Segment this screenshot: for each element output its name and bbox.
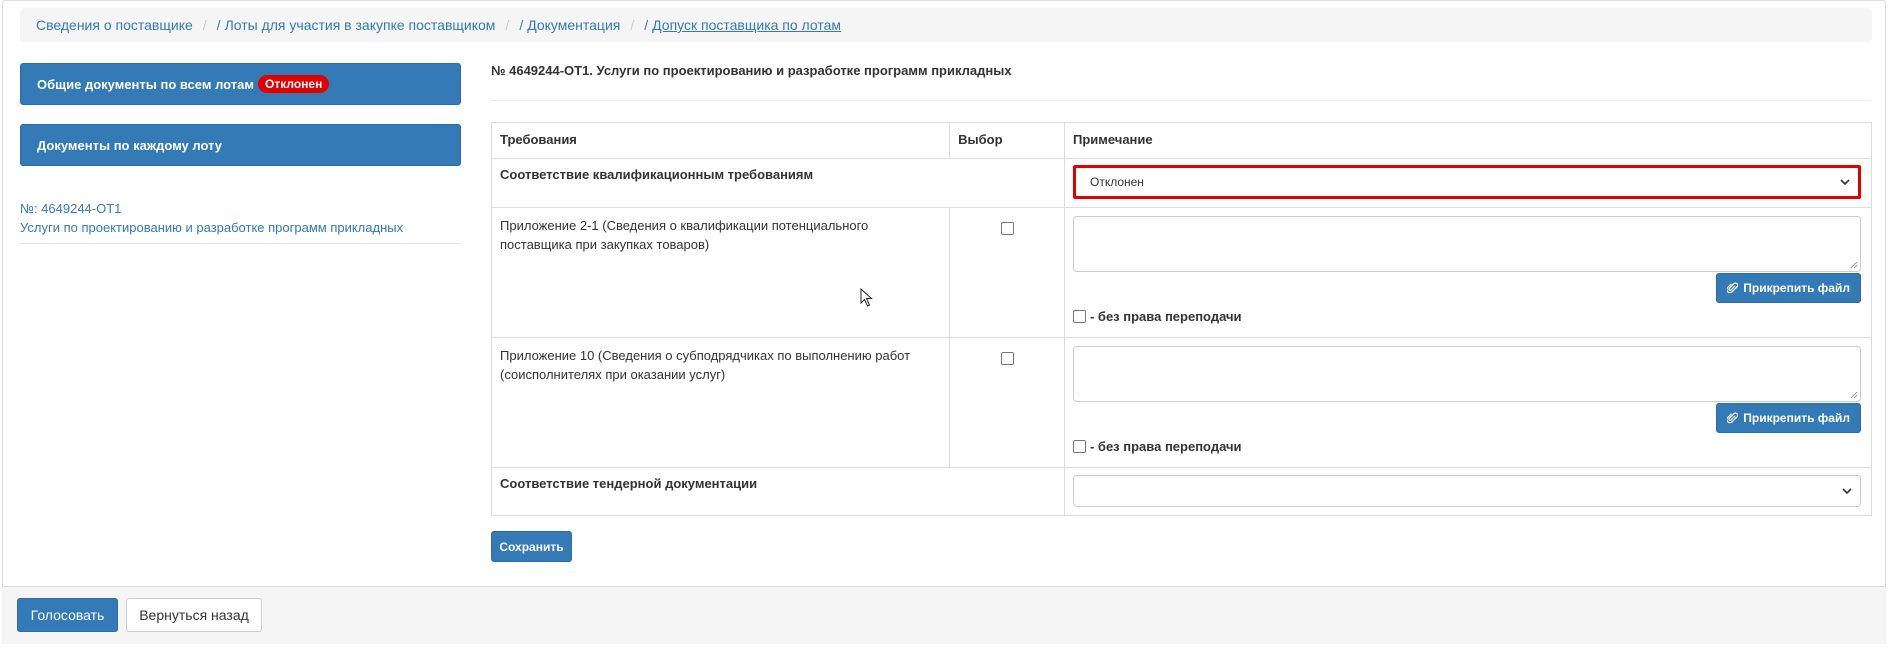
general-docs-button[interactable]: Общие документы по всем лотам Отклонен — [20, 63, 461, 105]
vote-button[interactable]: Голосовать — [17, 598, 118, 632]
lot-title: № 4649244-ОТ1. Услуги по проектированию … — [491, 63, 1012, 78]
general-docs-label: Общие документы по всем лотам — [37, 76, 254, 92]
attach-file-button[interactable]: Прикрепить файл — [1716, 403, 1861, 433]
qualification-select[interactable]: Отклонен — [1072, 165, 1861, 199]
note-textarea[interactable] — [1072, 216, 1861, 272]
divider — [491, 100, 1871, 101]
attach-wrap: Прикрепить файл — [1073, 403, 1861, 433]
requirements-table: Требования Выбор Примечание Соответствие… — [490, 122, 1873, 516]
lot-number: №: 4649244-ОТ1 — [20, 201, 122, 216]
resize-grip-icon — [1850, 391, 1858, 399]
note-cell: Прикрепить файл - без права переподачи — [1063, 337, 1873, 468]
per-lot-docs-label: Документы по каждому лоту — [37, 137, 222, 153]
table-row: Приложение 2-1 (Сведения о квалификации … — [490, 207, 1873, 338]
breadcrumb-lot-admission[interactable]: Допуск поставщика по лотам — [652, 17, 841, 33]
attach-file-label: Прикрепить файл — [1743, 281, 1850, 295]
note-textarea[interactable] — [1072, 346, 1861, 402]
breadcrumb-separator: / — [630, 17, 635, 33]
per-lot-docs-button[interactable]: Документы по каждому лоту — [20, 124, 461, 166]
choice-cell — [949, 207, 1065, 338]
header-note: Примечание — [1063, 122, 1873, 159]
attach-file-button[interactable]: Прикрепить файл — [1716, 273, 1861, 303]
save-button[interactable]: Сохранить — [491, 531, 572, 562]
sidebar-lot-link[interactable]: №: 4649244-ОТ1 Услуги по проектированию … — [20, 199, 461, 244]
no-resubmit-option: - без права переподачи — [1072, 309, 1863, 324]
paperclip-icon — [1727, 412, 1739, 424]
breadcrumb-slash: / — [216, 17, 221, 33]
paperclip-icon — [1727, 282, 1739, 294]
footer-bar: Голосовать Вернуться назад — [2, 586, 1886, 644]
qualification-cell: Отклонен — [1063, 158, 1873, 208]
breadcrumb: Сведения о поставщике / / Лоты для участ… — [20, 8, 1872, 42]
breadcrumb-lots[interactable]: Лоты для участия в закупке поставщиком — [225, 17, 496, 33]
choice-checkbox[interactable] — [1000, 222, 1014, 235]
tender-row: Соответствие тендерной документации — [491, 467, 1873, 516]
page: Сведения о поставщике / / Лоты для участ… — [0, 0, 1888, 648]
no-resubmit-checkbox[interactable] — [1072, 310, 1086, 323]
no-resubmit-label: - без права переподачи — [1089, 309, 1242, 324]
note-cell: Прикрепить файл - без права переподачи — [1063, 207, 1873, 338]
header-choice: Выбор — [949, 122, 1065, 159]
breadcrumb-separator: / — [505, 17, 510, 33]
back-button[interactable]: Вернуться назад — [126, 598, 262, 632]
qualification-label: Соответствие квалификационным требования… — [491, 158, 1065, 208]
breadcrumb-documentation[interactable]: Документация — [527, 17, 620, 33]
requirement-text: Приложение 2-1 (Сведения о квалификации … — [490, 207, 951, 338]
header-requirements: Требования — [490, 122, 951, 159]
breadcrumb-separator: / — [202, 17, 207, 33]
table-row: Приложение 10 (Сведения о субподрядчиках… — [490, 337, 1873, 468]
no-resubmit-label: - без права переподачи — [1089, 439, 1242, 454]
attach-file-label: Прикрепить файл — [1743, 411, 1850, 425]
table-header-row: Требования Выбор Примечание — [490, 122, 1873, 159]
tender-label: Соответствие тендерной документации — [491, 467, 1065, 516]
tender-cell — [1063, 467, 1873, 516]
mouse-cursor-icon — [860, 288, 873, 307]
status-badge: Отклонен — [258, 75, 330, 93]
resize-grip-icon — [1850, 261, 1858, 269]
attach-wrap: Прикрепить файл — [1073, 273, 1861, 303]
chevron-down-icon — [1840, 179, 1850, 186]
main-panel: Сведения о поставщике / / Лоты для участ… — [2, 0, 1886, 644]
breadcrumb-supplier-info[interactable]: Сведения о поставщике — [36, 17, 193, 33]
requirement-text: Приложение 10 (Сведения о субподрядчиках… — [490, 337, 951, 468]
no-resubmit-checkbox[interactable] — [1072, 440, 1086, 453]
no-resubmit-option: - без права переподачи — [1072, 439, 1863, 454]
breadcrumb-slash: / — [519, 17, 524, 33]
qualification-row: Соответствие квалификационным требования… — [491, 158, 1873, 208]
chevron-down-icon — [1842, 488, 1852, 495]
breadcrumb-slash: / — [644, 17, 649, 33]
qualification-select-value: Отклонен — [1089, 175, 1144, 189]
choice-cell — [949, 337, 1065, 468]
tender-select[interactable] — [1072, 475, 1861, 507]
choice-checkbox[interactable] — [1000, 352, 1014, 365]
lot-name: Услуги по проектированию и разработке пр… — [20, 220, 404, 235]
